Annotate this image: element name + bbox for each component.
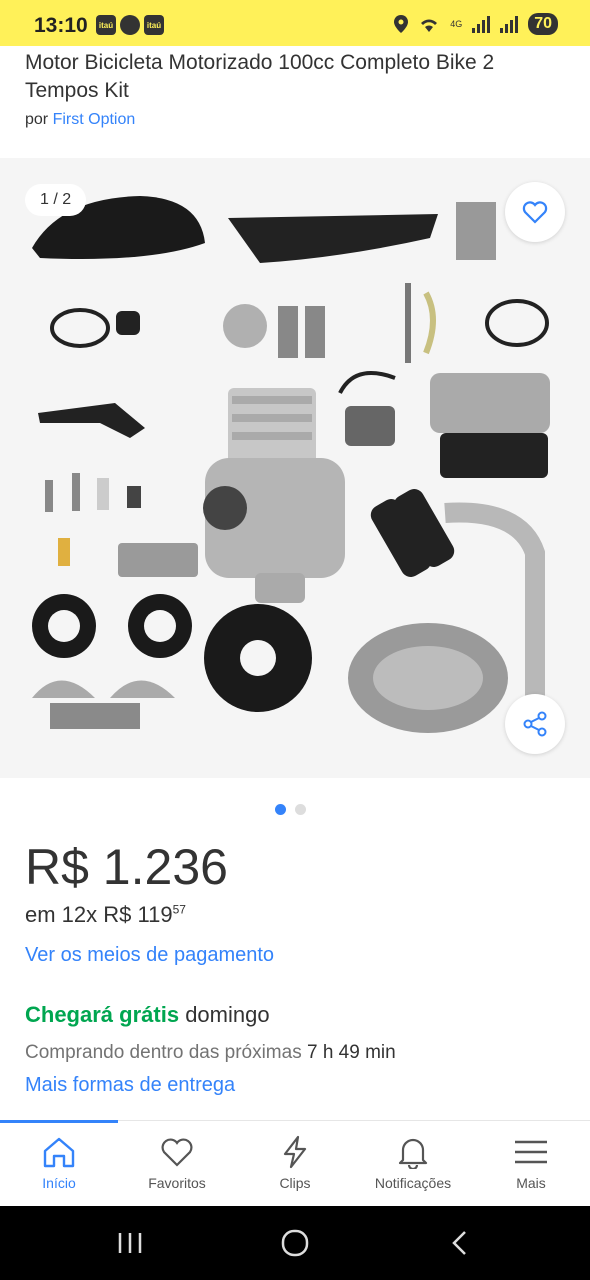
favorite-button[interactable] [505,182,565,242]
delivery-day: domingo [185,1002,270,1027]
status-time: 13:10 [34,14,88,37]
notification-icons: itaú itaú [96,15,164,35]
carousel-dot-active[interactable] [275,804,286,815]
home-icon [43,1137,75,1168]
system-navigation-bar [0,1206,590,1280]
seller-link[interactable]: First Option [53,111,136,128]
tab-label: Início [42,1175,76,1191]
tab-notificacoes[interactable]: Notificações [354,1121,472,1207]
heart-icon [161,1138,193,1167]
bottom-tab-bar: Início Favoritos Clips Notificações Mais [0,1120,590,1207]
more-delivery-options-link[interactable]: Mais formas de entrega [25,1074,235,1097]
battery-indicator: 70 [528,13,558,35]
free-shipping-label: Chegará grátis [25,1002,180,1027]
bank-app-icon: itaú [96,15,116,35]
wifi-icon [421,19,438,32]
bank-app-icon-2: itaú [144,15,164,35]
share-icon [523,711,547,737]
tab-label: Favoritos [148,1175,206,1191]
product-gallery[interactable]: 1 / 2 [0,158,590,778]
lightning-icon [283,1135,307,1169]
heart-icon [522,201,548,224]
installment-value: R$ 119 [103,902,173,927]
tab-label: Notificações [374,1175,452,1191]
price: R$ 1.236 [25,839,228,895]
shipping-info: Chegará grátis domingo [25,1002,270,1028]
carousel-dots[interactable] [275,804,306,815]
payment-methods-link[interactable]: Ver os meios de pagamento [25,944,274,967]
tab-mais[interactable]: Mais [472,1121,590,1207]
system-icons: 4G 70 [394,13,558,35]
status-bar: 13:10 itaú itaú 4G 70 [0,0,590,46]
product-title: Motor Bicicleta Motorizado 100cc Complet… [25,51,495,102]
menu-icon [515,1140,547,1164]
tab-clips[interactable]: Clips [236,1121,354,1207]
network-type: 4G [450,19,463,29]
back-icon[interactable] [440,1228,480,1258]
recent-apps-icon[interactable] [110,1228,150,1258]
buy-within: Comprando dentro das próximas 7 h 49 min [25,1042,396,1064]
bell-icon [398,1138,428,1169]
installment-prefix: em 12x [25,902,98,927]
tab-label: Clips [279,1175,311,1191]
tab-inicio[interactable]: Início [0,1121,118,1207]
location-icon [394,15,409,33]
signal-icon-2 [500,15,519,33]
buy-within-time: 7 h 49 min [306,1042,396,1063]
product-image [32,196,550,733]
image-counter: 1 / 2 [25,184,87,216]
tab-label: Mais [516,1175,546,1191]
tab-favoritos[interactable]: Favoritos [118,1121,236,1207]
signal-icon [472,15,491,33]
installments: em 12x R$ 11957 [25,902,186,928]
installment-cents: 57 [172,902,186,917]
home-button-icon[interactable] [275,1228,315,1258]
buy-within-text: Comprando dentro das próximas [25,1042,302,1063]
carousel-dot[interactable] [295,804,306,815]
seller-line: por First Option [25,111,135,129]
seller-prefix: por [25,111,49,128]
share-button[interactable] [505,694,565,754]
whatsapp-icon [120,15,140,35]
